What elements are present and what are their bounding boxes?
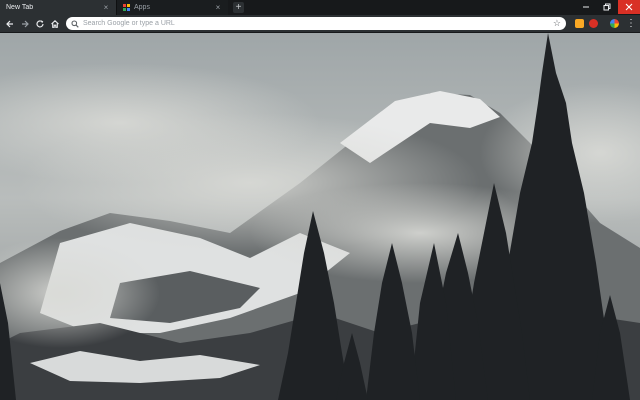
star-icon[interactable]: ☆ xyxy=(553,18,561,29)
minimize-button[interactable] xyxy=(576,0,596,14)
extension-icon[interactable] xyxy=(575,19,584,28)
search-input[interactable]: Search Google or type a URL xyxy=(83,20,553,27)
tab-strip: New Tab × Apps × + xyxy=(0,0,640,15)
kebab-menu-icon[interactable]: ⋮ xyxy=(626,15,636,32)
browser-window: New Tab × Apps × + Search Google or type… xyxy=(0,0,640,400)
arrow-right-icon xyxy=(22,20,29,27)
apps-grid-icon xyxy=(123,4,130,11)
minimize-icon xyxy=(583,6,589,8)
window-close-button[interactable] xyxy=(618,0,640,14)
reload-button[interactable] xyxy=(33,15,47,32)
restore-icon xyxy=(603,3,611,11)
close-icon[interactable]: × xyxy=(102,3,110,12)
close-icon[interactable]: × xyxy=(214,3,222,12)
forward-button[interactable] xyxy=(18,15,32,32)
home-icon xyxy=(51,19,59,28)
new-tab-button[interactable]: + xyxy=(233,2,244,13)
tab-title: Apps xyxy=(134,4,150,11)
omnibox[interactable]: Search Google or type a URL ☆ xyxy=(66,17,566,30)
back-button[interactable] xyxy=(3,15,17,32)
restore-button[interactable] xyxy=(597,0,617,14)
toolbar: Search Google or type a URL ☆ ⋮ xyxy=(0,15,640,33)
close-icon xyxy=(625,3,633,11)
arrow-left-icon xyxy=(6,20,13,27)
extension-icon[interactable] xyxy=(610,19,619,28)
search-icon xyxy=(71,19,79,28)
extension-icon[interactable] xyxy=(589,19,598,28)
home-button[interactable] xyxy=(48,15,62,32)
background-image xyxy=(0,33,640,400)
tab-title: New Tab xyxy=(6,4,34,11)
tab-apps[interactable]: Apps × xyxy=(116,0,228,15)
reload-icon xyxy=(36,19,44,27)
tab-new-tab[interactable]: New Tab × xyxy=(0,0,116,15)
